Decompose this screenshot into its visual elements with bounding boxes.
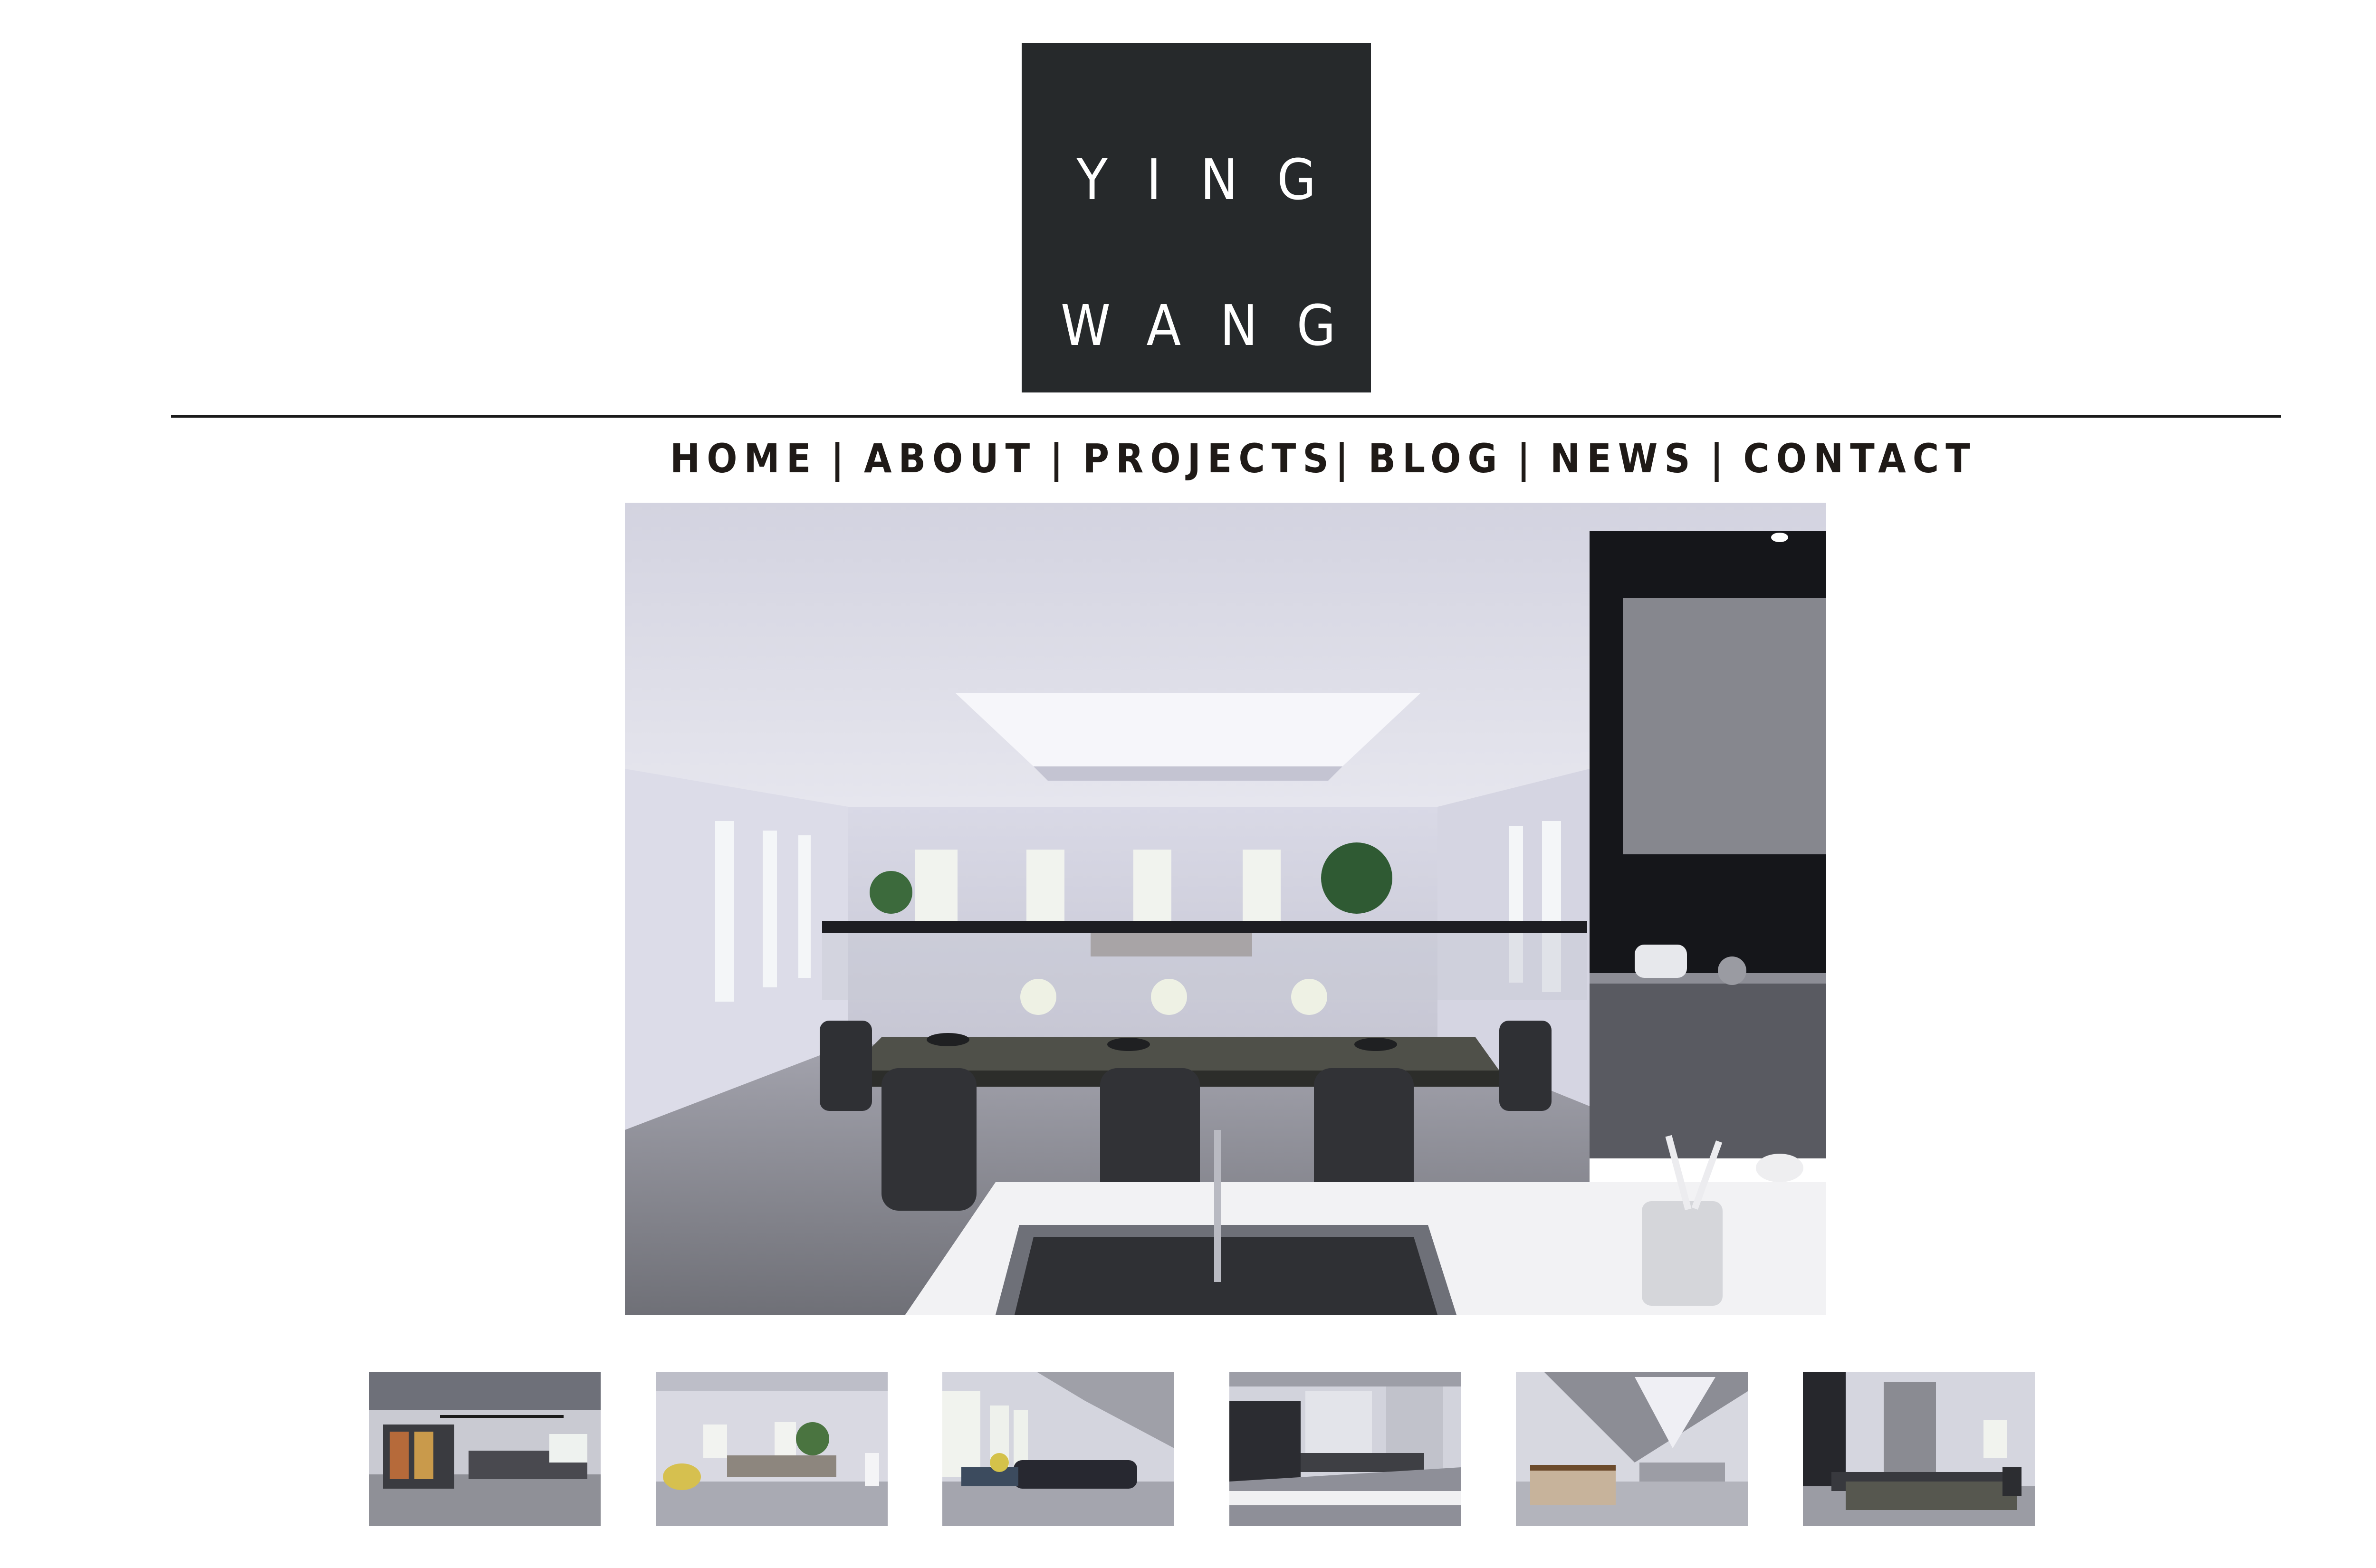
hero-image bbox=[625, 503, 1826, 1315]
nav-item-news[interactable]: NEWS bbox=[1550, 435, 1697, 482]
gallery-thumbnail[interactable] bbox=[656, 1372, 888, 1526]
nav-separator: | bbox=[1050, 435, 1070, 482]
logo-block[interactable]: YING WANG bbox=[1022, 43, 1371, 392]
gallery-thumbnail[interactable] bbox=[369, 1372, 601, 1526]
nav-separator: | bbox=[1710, 435, 1730, 482]
main-nav: HOME | ABOUT | PROJECTS | BLOG | NEWS | … bbox=[670, 430, 1970, 487]
nav-separator: | bbox=[831, 435, 851, 482]
gallery-thumbnail[interactable] bbox=[1803, 1372, 2035, 1526]
nav-item-contact[interactable]: CONTACT bbox=[1743, 435, 1976, 482]
logo-first-name: YING bbox=[1076, 147, 1355, 212]
gallery-thumbnail[interactable] bbox=[1516, 1372, 1748, 1526]
header-divider bbox=[171, 415, 2281, 418]
nav-separator: | bbox=[1517, 435, 1537, 482]
nav-item-blog[interactable]: BLOG bbox=[1368, 435, 1504, 482]
logo-last-name: WANG bbox=[1061, 293, 1375, 358]
gallery-thumbnail[interactable] bbox=[1229, 1372, 1461, 1526]
gallery-thumbnail[interactable] bbox=[942, 1372, 1174, 1526]
nav-item-about[interactable]: ABOUT bbox=[864, 435, 1036, 482]
nav-item-projects[interactable]: PROJECTS bbox=[1083, 435, 1335, 482]
nav-separator: | bbox=[1335, 435, 1355, 482]
nav-item-home[interactable]: HOME bbox=[670, 435, 817, 482]
